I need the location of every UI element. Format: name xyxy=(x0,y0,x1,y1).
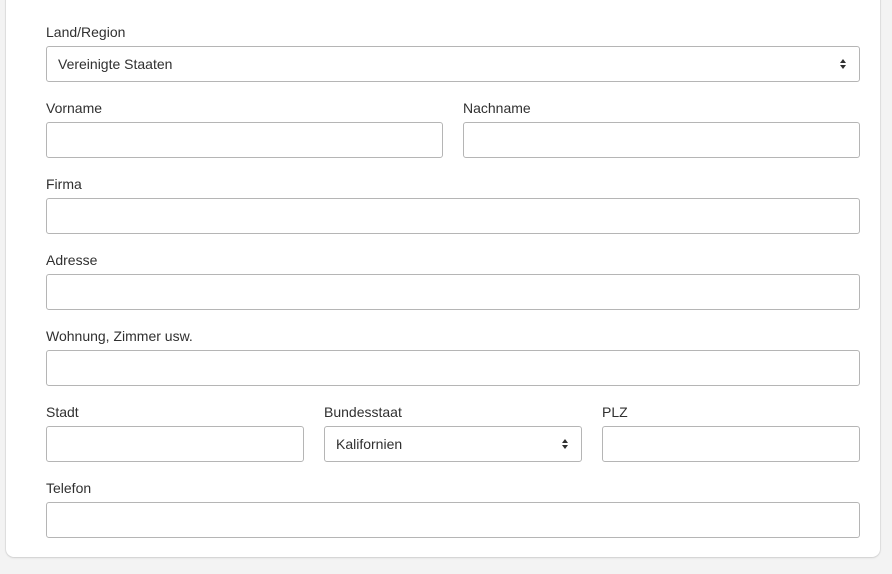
address-input[interactable] xyxy=(46,274,860,310)
company-input[interactable] xyxy=(46,198,860,234)
state-select-value: Kalifornien xyxy=(336,436,403,452)
select-arrows-icon xyxy=(561,438,569,450)
phone-label: Telefon xyxy=(46,480,92,496)
country-select-value: Vereinigte Staaten xyxy=(58,56,173,72)
select-arrows-icon xyxy=(839,58,847,70)
zip-field: PLZ xyxy=(602,404,860,462)
zip-label: PLZ xyxy=(602,404,628,420)
apartment-label: Wohnung, Zimmer usw. xyxy=(46,328,193,344)
phone-field: Telefon xyxy=(46,480,860,538)
city-label: Stadt xyxy=(46,404,79,420)
zip-input[interactable] xyxy=(602,426,860,462)
address-field: Adresse xyxy=(46,252,860,310)
first-name-field: Vorname xyxy=(46,100,443,158)
apartment-input[interactable] xyxy=(46,350,860,386)
last-name-label: Nachname xyxy=(463,100,531,116)
last-name-field: Nachname xyxy=(463,100,860,158)
first-name-label: Vorname xyxy=(46,100,103,116)
last-name-input[interactable] xyxy=(463,122,860,158)
address-label: Adresse xyxy=(46,252,98,268)
country-field: Land/Region Vereinigte Staaten xyxy=(46,24,860,82)
city-field: Stadt xyxy=(46,404,304,462)
country-label: Land/Region xyxy=(46,24,126,40)
country-select[interactable]: Vereinigte Staaten xyxy=(46,46,860,82)
shipping-address-card: Land/Region Vereinigte Staaten Vorname N… xyxy=(6,0,880,557)
state-select[interactable]: Kalifornien xyxy=(324,426,582,462)
state-label: Bundesstaat xyxy=(324,404,402,420)
first-name-input[interactable] xyxy=(46,122,443,158)
company-label: Firma xyxy=(46,176,82,192)
company-field: Firma xyxy=(46,176,860,234)
phone-input[interactable] xyxy=(46,502,860,538)
city-input[interactable] xyxy=(46,426,304,462)
apartment-field: Wohnung, Zimmer usw. xyxy=(46,328,860,386)
state-field: Bundesstaat Kalifornien xyxy=(324,404,582,462)
